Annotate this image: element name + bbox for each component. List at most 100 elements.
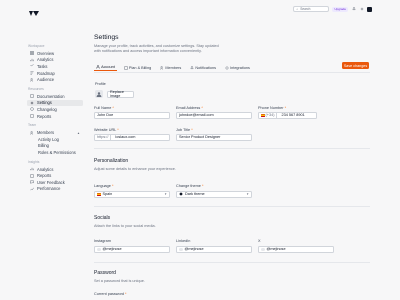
performance-icon <box>29 186 34 191</box>
password-helper: Set a password that is unique. <box>94 279 145 283</box>
tab-members[interactable]: Members <box>158 64 183 71</box>
sidebar-item-label: Activity Log <box>38 136 59 142</box>
current-password-label: Current password * <box>94 292 127 296</box>
phone-label: Phone Number * <box>258 106 287 110</box>
sidebar-item-label: Performance <box>37 186 61 192</box>
section-divider <box>94 206 370 207</box>
replace-image-button[interactable]: Replace image <box>107 90 134 98</box>
sidebar-item-label: Documentation <box>37 93 65 99</box>
tab-notifications[interactable]: Notifications <box>188 64 218 71</box>
save-changes-button[interactable]: Save changes <box>342 62 369 69</box>
sidebar-item-members[interactable]: Members ▲ <box>27 129 83 136</box>
linkedin-icon <box>179 247 183 251</box>
email-input[interactable]: johndoe@email.com <box>176 112 252 119</box>
sidebar-item-billing[interactable]: Billing <box>27 143 83 150</box>
sidebar-item-label: Reports <box>37 173 52 179</box>
report-icon <box>29 114 34 119</box>
sidebar-item-performance[interactable]: Performance <box>27 186 83 193</box>
tab-label: Notifications <box>195 65 216 70</box>
language-label: Language * <box>94 184 114 188</box>
tab-account[interactable]: Account <box>94 64 117 71</box>
tab-plan-billing[interactable]: Plan & Billing <box>122 64 153 71</box>
sidebar-item-label: Roadmap <box>37 70 55 76</box>
tab-integrations[interactable]: Integrations <box>223 64 252 71</box>
job-title-input[interactable]: Senior Product Designer <box>176 134 252 141</box>
sidebar-section-workspace: Workspace <box>28 44 45 48</box>
sidebar-section-resources: Resources <box>28 86 44 91</box>
chart-icon <box>29 57 34 62</box>
sidebar-item-analytics[interactable]: Analytics <box>27 57 83 64</box>
personalization-helper: Adjust some details to enhance your expe… <box>94 167 176 171</box>
theme-icon <box>179 192 183 197</box>
language-select[interactable]: Spain ▼ <box>94 191 170 198</box>
sidebar-item-label: Analytics <box>37 166 54 172</box>
sidebar-item-activity-log[interactable]: Activity Log <box>27 136 83 143</box>
profile-avatar[interactable] <box>95 90 103 98</box>
sidebar-item-label: Changelog <box>37 106 57 112</box>
search-icon: ⌕ <box>296 7 299 11</box>
section-divider <box>94 148 370 149</box>
integrations-icon <box>225 66 229 70</box>
tabs-divider <box>94 72 370 73</box>
sidebar-item-label: Members <box>37 130 55 136</box>
phone-number-value: 234 567 8901 <box>281 113 305 118</box>
sidebar-item-audience[interactable]: Audience <box>27 76 83 83</box>
full-name-input[interactable]: John Doe <box>94 112 170 119</box>
sidebar-item-user-feedback[interactable]: User Feedback <box>27 179 83 186</box>
sidebar-item-reports[interactable]: Reports <box>27 113 83 120</box>
x-label: X <box>258 239 261 243</box>
sidebar-item-label: Roles & Permissions <box>38 149 76 155</box>
website-prefix: https:// <box>95 135 112 140</box>
section-divider <box>94 262 370 263</box>
card-icon <box>124 66 128 70</box>
sidebar-item-roles-permissions[interactable]: Roles & Permissions <box>27 149 83 156</box>
search-placeholder: Search <box>300 7 311 11</box>
chevron-up-icon[interactable]: ▲ <box>77 131 80 135</box>
sidebar-item-insights-analytics[interactable]: Analytics <box>27 166 83 173</box>
personalization-title: Personalization <box>94 158 129 164</box>
roadmap-icon <box>29 71 34 76</box>
search-input[interactable]: ⌕ Search <box>293 6 330 12</box>
logo-icon[interactable] <box>28 5 40 16</box>
job-title-label: Job Title * <box>176 128 193 132</box>
phone-country-code: (+34) <box>265 113 275 118</box>
phone-input[interactable]: (+34) 234 567 8901 <box>258 112 317 119</box>
x-input[interactable]: @mejinose <box>258 246 334 253</box>
socials-helper: Attach the links to your social media. <box>94 224 156 228</box>
gear-icon[interactable] <box>359 7 364 12</box>
linkedin-input[interactable]: @mejinose <box>176 246 252 253</box>
sidebar-item-label: User Feedback <box>37 179 65 185</box>
website-value: loslaux.com <box>115 135 136 140</box>
sidebar-item-label: Settings <box>37 100 52 106</box>
overview-icon <box>29 51 34 56</box>
sidebar-item-label: Tasks <box>37 63 48 69</box>
theme-select[interactable]: Dark theme ▼ <box>176 191 252 198</box>
sidebar-section-insights: Insights <box>28 159 40 164</box>
sidebar-item-roadmap[interactable]: Roadmap <box>27 70 83 77</box>
bell-icon <box>190 65 194 70</box>
chevron-down-icon: ▼ <box>164 192 167 197</box>
spain-flag-icon <box>261 113 265 117</box>
x-value: @mejinose <box>266 247 286 252</box>
website-label: Website URL * <box>94 128 119 132</box>
sidebar-item-tasks[interactable]: Tasks <box>27 63 83 70</box>
document-icon <box>29 94 34 99</box>
instagram-input[interactable]: @mejinose <box>94 246 170 253</box>
instagram-icon <box>97 247 101 251</box>
sidebar-item-settings[interactable]: Settings <box>27 99 83 107</box>
tab-label: Account <box>101 65 115 69</box>
sidebar-item-documentation[interactable]: Documentation <box>27 93 83 100</box>
sidebar-item-insights-reports[interactable]: Reports <box>27 172 83 179</box>
language-value: Spain <box>102 192 113 197</box>
chart-icon <box>29 167 34 172</box>
upgrade-badge[interactable]: Upgrade <box>332 6 348 12</box>
user-avatar[interactable] <box>367 6 372 12</box>
bell-icon[interactable] <box>351 7 356 12</box>
sidebar-item-overview[interactable]: Overview <box>27 50 83 57</box>
website-input[interactable]: https:// loslaux.com <box>94 134 170 141</box>
phone-country-selector[interactable]: (+34) <box>259 113 278 118</box>
sidebar-item-label: Overview <box>37 50 55 56</box>
sidebar-item-changelog[interactable]: Changelog <box>27 106 83 113</box>
socials-title: Socials <box>94 215 111 221</box>
sidebar-item-label: Billing <box>38 143 49 149</box>
